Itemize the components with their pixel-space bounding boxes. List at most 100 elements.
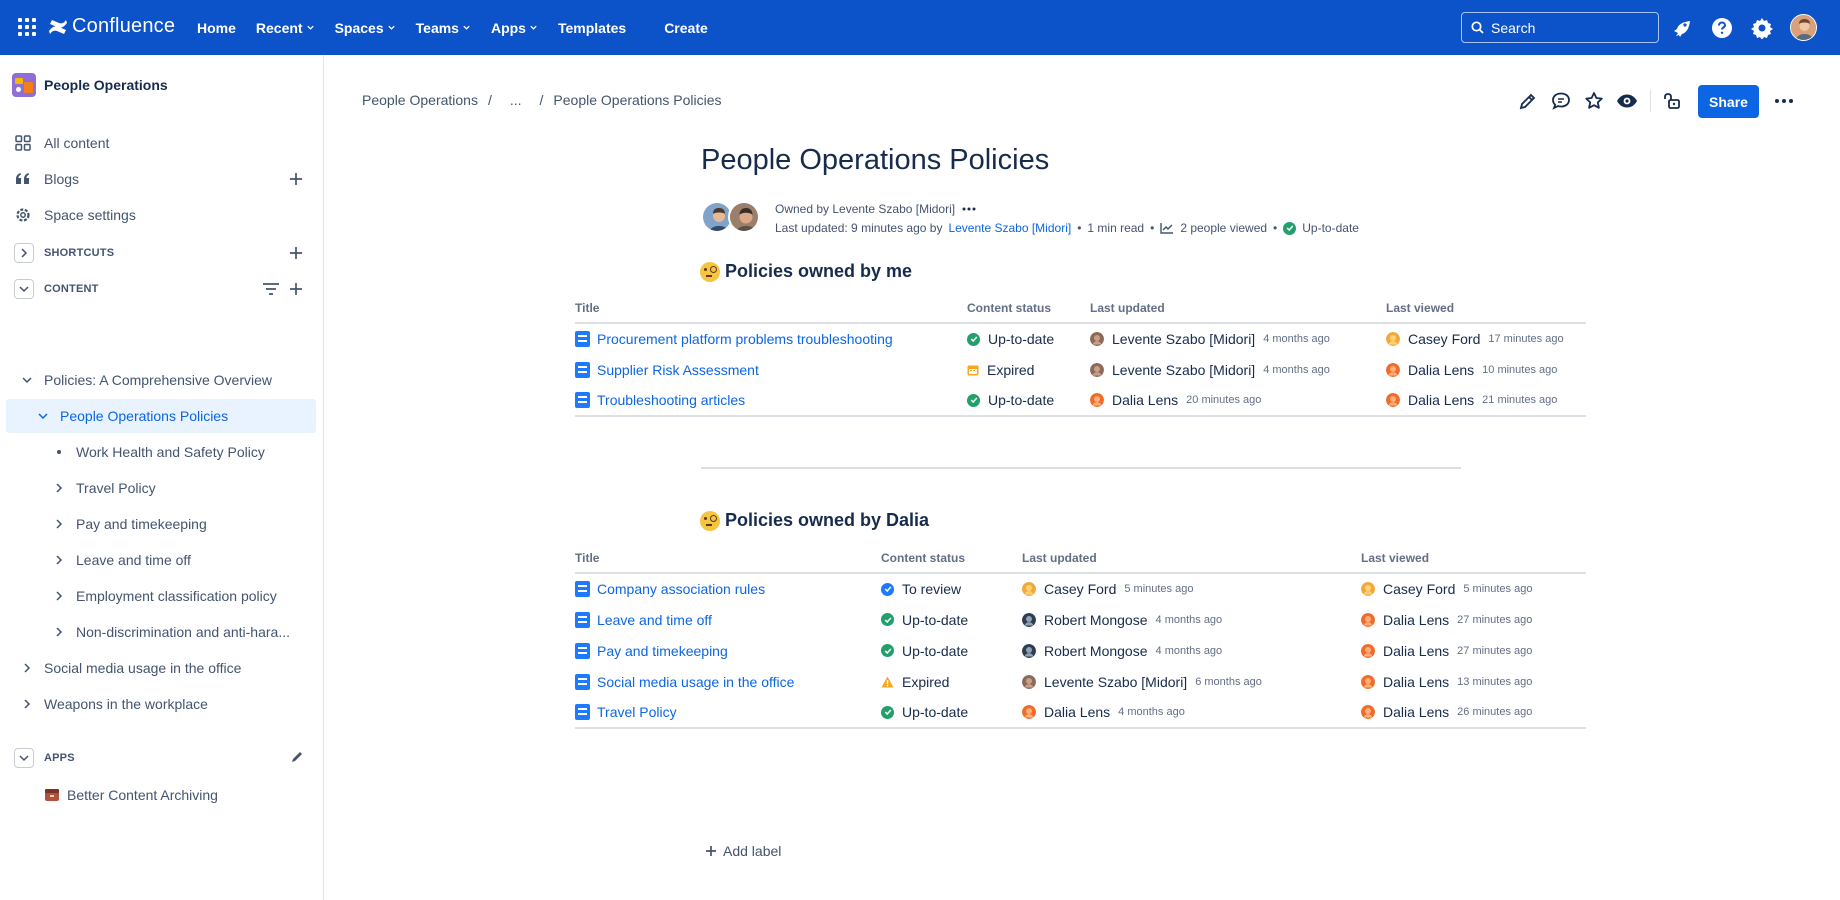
- chevron-right-icon[interactable]: [20, 697, 34, 711]
- tree-item[interactable]: Leave and time off: [52, 543, 316, 577]
- content-status-badge[interactable]: Up-to-date: [881, 704, 1022, 720]
- create-button[interactable]: Create: [664, 20, 708, 36]
- page-link[interactable]: Travel Policy: [575, 704, 881, 720]
- content-status-badge[interactable]: Up-to-date: [967, 392, 1090, 408]
- shortcuts-section-header[interactable]: SHORTCUTS: [0, 239, 320, 267]
- help-icon[interactable]: [1711, 17, 1733, 39]
- user-avatar[interactable]: [1022, 705, 1036, 719]
- user-name[interactable]: Casey Ford: [1383, 581, 1455, 597]
- user-name[interactable]: Dalia Lens: [1044, 704, 1110, 720]
- page-link[interactable]: Leave and time off: [575, 611, 881, 628]
- chevron-down-icon[interactable]: [36, 409, 50, 423]
- tree-item[interactable]: Policies: A Comprehensive Overview: [20, 363, 316, 397]
- tree-item[interactable]: Work Health and Safety Policy: [52, 435, 316, 469]
- user-avatar[interactable]: [1022, 612, 1036, 627]
- edit-pencil-icon[interactable]: [290, 750, 304, 764]
- user-name[interactable]: Dalia Lens: [1383, 612, 1449, 628]
- sidebar-item-space-settings[interactable]: Space settings: [0, 199, 320, 231]
- chevron-right-icon[interactable]: [52, 517, 66, 531]
- column-header[interactable]: Last updated: [1090, 301, 1386, 324]
- user-name[interactable]: Casey Ford: [1044, 581, 1116, 597]
- user-avatar[interactable]: [1386, 362, 1400, 377]
- breadcrumb-ellipsis[interactable]: ...: [510, 92, 522, 108]
- share-button[interactable]: Share: [1698, 85, 1759, 118]
- filter-icon[interactable]: [262, 281, 280, 297]
- edit-pencil-icon[interactable]: [1517, 90, 1539, 112]
- nav-link-home[interactable]: Home: [197, 20, 236, 36]
- sidebar-item-all-content[interactable]: All content: [0, 127, 320, 159]
- content-status-badge[interactable]: Up-to-date: [881, 612, 1022, 628]
- sidebar-item-blogs[interactable]: Blogs: [0, 163, 320, 195]
- tree-item[interactable]: Non-discrimination and anti-hara...: [52, 615, 316, 649]
- user-avatar[interactable]: [1361, 582, 1375, 596]
- star-icon[interactable]: [1583, 90, 1605, 112]
- user-avatar[interactable]: [1361, 612, 1375, 627]
- user-avatar[interactable]: [1022, 582, 1036, 596]
- last-updated-author-link[interactable]: Levente Szabo [Midori]: [948, 221, 1071, 235]
- column-header[interactable]: Title: [575, 301, 967, 324]
- tree-item[interactable]: Pay and timekeeping: [52, 507, 316, 541]
- user-name[interactable]: Dalia Lens: [1383, 704, 1449, 720]
- contributor-avatar[interactable]: [728, 201, 760, 233]
- page-views[interactable]: 2 people viewed: [1180, 221, 1267, 235]
- confluence-logo[interactable]: Confluence: [48, 15, 175, 38]
- more-actions-icon[interactable]: [1773, 90, 1795, 112]
- user-name[interactable]: Robert Mongose: [1044, 612, 1148, 628]
- nav-link-apps[interactable]: Apps: [491, 20, 538, 36]
- chevron-right-icon[interactable]: [20, 661, 34, 675]
- column-header[interactable]: Content status: [967, 301, 1090, 324]
- breadcrumb-current[interactable]: People Operations Policies: [553, 92, 721, 108]
- add-shortcut-plus-icon[interactable]: [288, 245, 304, 261]
- space-header[interactable]: People Operations: [12, 73, 168, 97]
- user-name[interactable]: Casey Ford: [1408, 331, 1480, 347]
- notifications-rocket-icon[interactable]: [1672, 17, 1694, 39]
- nav-link-templates[interactable]: Templates: [558, 20, 626, 36]
- chevron-right-icon[interactable]: [52, 589, 66, 603]
- user-avatar[interactable]: [1361, 643, 1375, 658]
- chevron-down-icon[interactable]: [20, 373, 34, 387]
- tree-item[interactable]: Weapons in the workplace: [20, 687, 316, 721]
- tree-item[interactable]: Travel Policy: [52, 471, 316, 505]
- page-link[interactable]: Troubleshooting articles: [575, 392, 967, 408]
- tree-item[interactable]: Employment classification policy: [52, 579, 316, 613]
- watch-eye-icon[interactable]: [1616, 90, 1638, 112]
- apps-section-header[interactable]: APPS: [0, 744, 320, 772]
- page-status[interactable]: Up-to-date: [1302, 221, 1359, 235]
- page-link[interactable]: Pay and timekeeping: [575, 642, 881, 659]
- content-status-badge[interactable]: Expired: [967, 362, 1090, 378]
- column-header[interactable]: Last viewed: [1386, 301, 1586, 324]
- breadcrumb-root[interactable]: People Operations: [362, 92, 478, 108]
- user-name[interactable]: Dalia Lens: [1383, 643, 1449, 659]
- content-status-badge[interactable]: Up-to-date: [967, 331, 1090, 347]
- restrictions-unlock-icon[interactable]: [1660, 90, 1682, 112]
- chevron-right-icon[interactable]: [52, 625, 66, 639]
- user-avatar[interactable]: [1090, 362, 1104, 377]
- nav-link-recent[interactable]: Recent: [256, 20, 315, 36]
- add-label-button[interactable]: Add label: [705, 843, 781, 859]
- profile-avatar[interactable]: [1790, 14, 1817, 41]
- tree-item[interactable]: People Operations Policies: [6, 399, 316, 433]
- page-link[interactable]: Supplier Risk Assessment: [575, 361, 967, 378]
- column-header[interactable]: Last viewed: [1361, 551, 1586, 574]
- user-avatar[interactable]: [1386, 393, 1400, 407]
- user-avatar[interactable]: [1386, 332, 1400, 346]
- comment-icon[interactable]: [1550, 90, 1572, 112]
- user-name[interactable]: Levente Szabo [Midori]: [1044, 674, 1187, 690]
- user-name[interactable]: Dalia Lens: [1408, 362, 1474, 378]
- chevron-right-icon[interactable]: [52, 553, 66, 567]
- add-blog-plus-icon[interactable]: [288, 171, 304, 187]
- content-status-badge[interactable]: Up-to-date: [881, 643, 1022, 659]
- user-avatar[interactable]: [1090, 332, 1104, 346]
- user-avatar[interactable]: [1361, 705, 1375, 719]
- content-section-header[interactable]: CONTENT: [0, 275, 320, 303]
- user-name[interactable]: Dalia Lens: [1383, 674, 1449, 690]
- column-header[interactable]: Title: [575, 551, 881, 574]
- content-status-badge[interactable]: To review: [881, 581, 1022, 597]
- content-status-badge[interactable]: Expired: [881, 674, 1022, 690]
- user-name[interactable]: Dalia Lens: [1112, 392, 1178, 408]
- search-input[interactable]: Search: [1461, 12, 1659, 43]
- settings-gear-icon[interactable]: [1751, 17, 1773, 39]
- add-content-plus-icon[interactable]: [288, 281, 304, 297]
- owner-text[interactable]: Owned by Levente Szabo [Midori]: [775, 202, 955, 216]
- user-name[interactable]: Levente Szabo [Midori]: [1112, 362, 1255, 378]
